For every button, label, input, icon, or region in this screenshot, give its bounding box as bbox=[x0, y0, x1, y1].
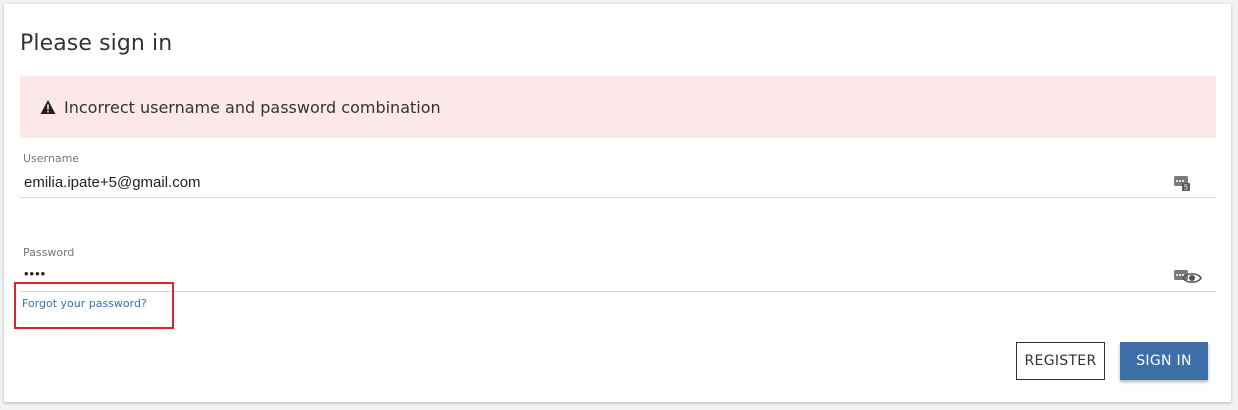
forgot-password-link[interactable]: Forgot your password? bbox=[22, 297, 147, 310]
username-input[interactable]: emilia.ipate+5@gmail.com bbox=[24, 174, 201, 191]
warning-icon bbox=[40, 99, 56, 115]
password-manager-icon[interactable]: 5 bbox=[1173, 174, 1191, 192]
sign-in-button[interactable]: SIGN IN bbox=[1120, 342, 1208, 380]
svg-text:5: 5 bbox=[1184, 184, 1188, 192]
password-underline bbox=[20, 291, 1216, 292]
error-alert: Incorrect username and password combinat… bbox=[20, 76, 1216, 138]
password-input[interactable]: •••• bbox=[24, 266, 46, 281]
username-label: Username bbox=[23, 152, 80, 165]
password-label: Password bbox=[23, 246, 75, 259]
eye-icon[interactable] bbox=[1182, 269, 1202, 287]
register-button[interactable]: REGISTER bbox=[1016, 342, 1105, 380]
sign-in-card: Please sign in Incorrect username and pa… bbox=[4, 4, 1231, 402]
username-underline bbox=[20, 197, 1216, 198]
alert-message: Incorrect username and password combinat… bbox=[64, 97, 441, 117]
page-title: Please sign in bbox=[20, 31, 173, 56]
